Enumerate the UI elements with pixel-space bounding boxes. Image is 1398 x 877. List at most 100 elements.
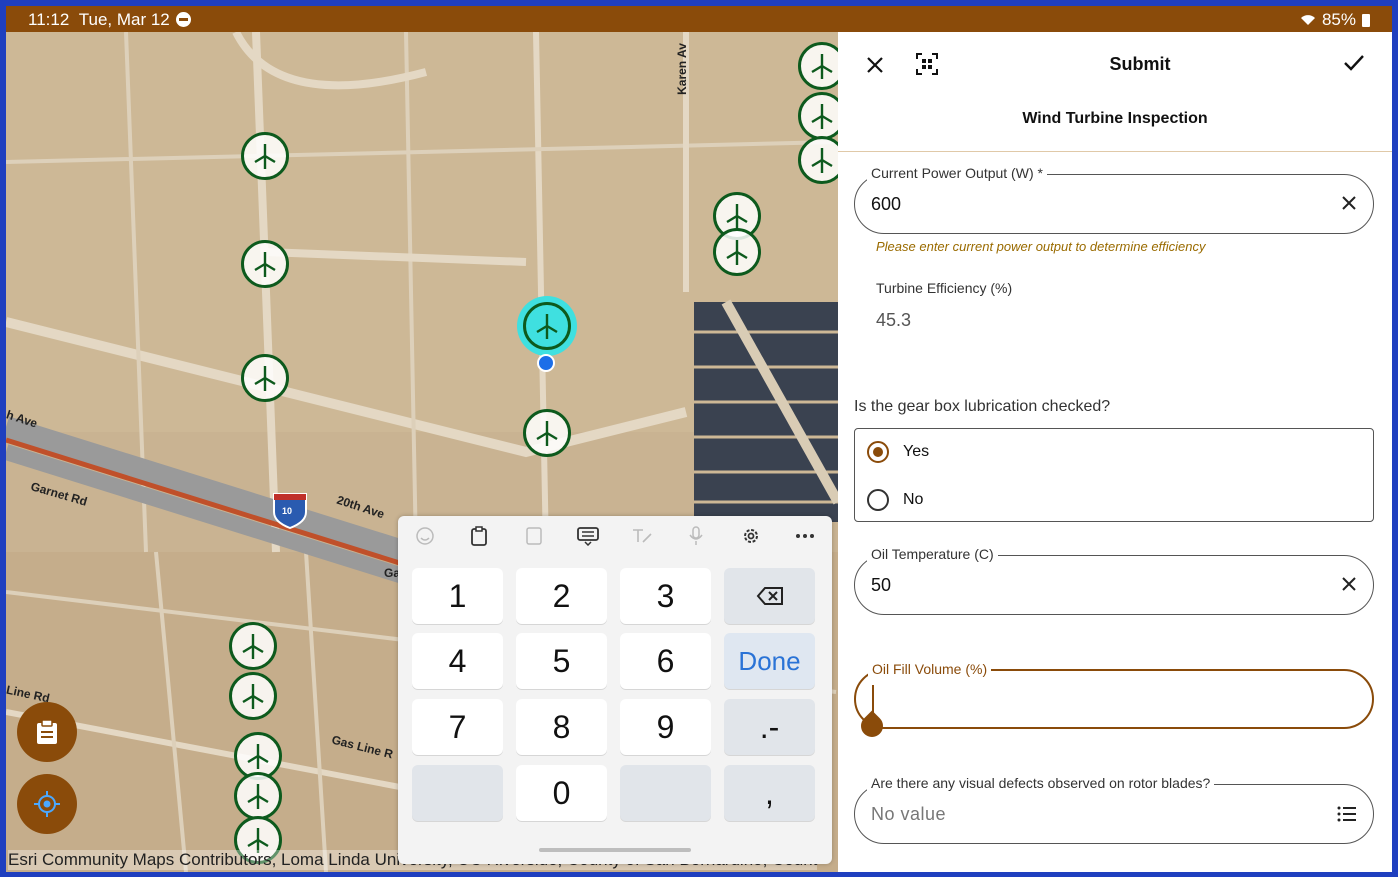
highway-shield-number: 10 (282, 506, 293, 516)
wind-turbine-icon (536, 314, 558, 339)
wind-turbine-icon (811, 148, 833, 173)
status-time: 11:12 Tue, Mar 12 (28, 10, 170, 29)
radio-selected[interactable] (867, 441, 889, 463)
efficiency-label: Turbine Efficiency (%) (876, 280, 1013, 296)
keypad-drag-handle[interactable] (539, 848, 691, 852)
key-6[interactable]: 6 (620, 633, 711, 689)
clear-icon[interactable] (1341, 576, 1357, 592)
keyboard-icon (576, 527, 599, 546)
battery-percent: 85% (1321, 10, 1356, 29)
clipboard-icon (37, 719, 57, 744)
oil-temperature-label: Oil Temperature (C) (867, 546, 998, 562)
backspace-key[interactable] (724, 568, 815, 624)
status-bar: 11:12 Tue, Mar 12 85% (6, 6, 1392, 32)
list-icon[interactable] (1337, 806, 1357, 822)
done-key[interactable]: Done (724, 633, 815, 689)
clear-icon[interactable] (1341, 195, 1357, 211)
turbine-marker[interactable] (229, 622, 277, 670)
key-0[interactable]: 0 (516, 765, 607, 821)
handwriting-button[interactable] (615, 516, 669, 556)
turbine-marker[interactable] (798, 92, 838, 140)
power-output-value: 600 (871, 194, 902, 214)
my-location-button[interactable] (17, 774, 77, 834)
gearbox-question: Is the gear box lubrication checked? (854, 398, 1111, 415)
turbine-marker-selected[interactable] (523, 302, 571, 350)
do-not-disturb-icon (176, 12, 191, 27)
key-4[interactable]: 4 (412, 633, 503, 689)
gear-icon (743, 529, 758, 543)
crosshair-location-icon (34, 791, 60, 817)
turbine-marker[interactable] (241, 240, 289, 288)
turbine-marker[interactable] (229, 672, 277, 720)
map-view[interactable]: h Ave Garnet Rd 20th Ave Ga Line Rd Gas … (6, 32, 838, 872)
voice-input-button[interactable] (669, 516, 723, 556)
rotor-defects-label: Are there any visual defects observed on… (867, 775, 1215, 791)
wind-turbine-icon (254, 366, 276, 391)
rotor-defects-field[interactable]: Are there any visual defects observed on… (854, 775, 1374, 844)
turbine-marker[interactable] (713, 228, 761, 276)
turbine-marker[interactable] (241, 132, 289, 180)
cursor-handle[interactable] (856, 710, 888, 742)
key-2[interactable]: 2 (516, 568, 607, 624)
numeric-keypad: 1 2 3 4 5 6 Done 7 8 9 .- 0 , (398, 516, 832, 864)
form-title: Submit (1109, 54, 1171, 74)
wind-turbine-icon (242, 684, 264, 709)
status-right: 85% (1300, 10, 1370, 30)
wind-turbine-icon (536, 421, 558, 446)
option-yes-label: Yes (903, 443, 930, 460)
key-1[interactable]: 1 (412, 568, 503, 624)
keyboard-settings-button[interactable] (724, 516, 778, 556)
wind-turbine-icon (247, 744, 269, 769)
more-options-button[interactable] (778, 516, 832, 556)
turbine-marker[interactable] (523, 409, 571, 457)
key-8[interactable]: 8 (516, 699, 607, 755)
backspace-icon (756, 587, 783, 605)
power-output-hint: Please enter current power output to det… (876, 239, 1206, 254)
keyboard-mode-button[interactable] (561, 516, 615, 556)
emoji-button[interactable] (398, 516, 452, 556)
power-output-label: Current Power Output (W) * (867, 165, 1047, 181)
sticker-button[interactable] (507, 516, 561, 556)
key-7[interactable]: 7 (412, 699, 503, 755)
form-list-button[interactable] (17, 702, 77, 762)
dot-dash-key[interactable]: .- (724, 699, 815, 755)
turbine-marker[interactable] (798, 42, 838, 90)
empty-key-left (412, 765, 503, 821)
handwriting-icon (633, 529, 652, 543)
key-9[interactable]: 9 (620, 699, 711, 755)
battery-icon (1362, 13, 1370, 27)
wind-turbine-icon (254, 144, 276, 169)
turbine-marker[interactable] (234, 772, 282, 820)
inspection-form-panel: Submit Wind Turbine Inspection Current P… (838, 32, 1392, 872)
gearbox-option-no[interactable]: No (867, 489, 923, 511)
efficiency-value: 45.3 (876, 310, 912, 330)
checkmark-icon[interactable] (1343, 54, 1365, 72)
oil-temperature-value: 50 (871, 575, 892, 595)
wind-turbine-icon (247, 784, 269, 809)
wind-turbine-icon (811, 104, 833, 129)
clipboard-button[interactable] (452, 516, 506, 556)
gearbox-radio-group: Yes No (854, 428, 1374, 522)
power-output-field[interactable]: Current Power Output (W) * 600 (854, 165, 1374, 234)
key-5[interactable]: 5 (516, 633, 607, 689)
keypad-toolbar (398, 516, 832, 556)
wind-turbine-icon (811, 54, 833, 79)
emoji-icon (416, 527, 434, 545)
clipboard-icon (471, 526, 488, 546)
turbine-marker[interactable] (241, 354, 289, 402)
app-window: 11:12 Tue, Mar 12 85% h Ave Garnet Rd 20… (6, 6, 1392, 872)
road-label: Karen Av (674, 43, 689, 95)
oil-temperature-field[interactable]: Oil Temperature (C) 50 (854, 546, 1374, 615)
form-header: Submit Wind Turbine Inspection (838, 32, 1392, 152)
radio-unselected[interactable] (867, 489, 889, 511)
wind-turbine-icon (726, 240, 748, 265)
gearbox-option-yes[interactable]: Yes (867, 441, 929, 463)
wind-turbine-icon (726, 204, 748, 229)
wind-turbine-icon (242, 634, 264, 659)
key-3[interactable]: 3 (620, 568, 711, 624)
sticker-icon (525, 527, 542, 545)
wifi-icon (1300, 15, 1315, 25)
oil-fill-volume-field[interactable]: Oil Fill Volume (%) (854, 661, 1374, 742)
turbine-marker[interactable] (798, 136, 838, 184)
comma-key[interactable]: , (724, 765, 815, 821)
